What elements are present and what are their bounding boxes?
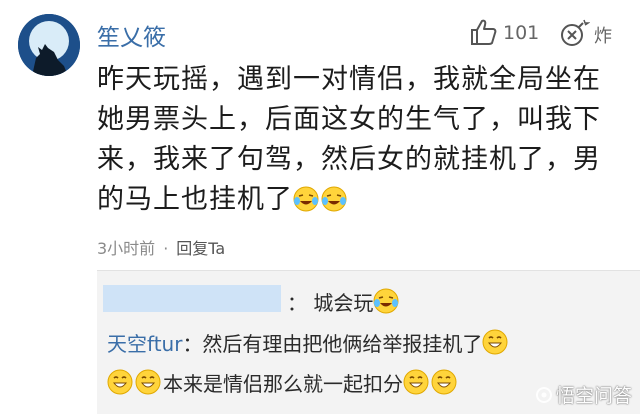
wukong-logo-icon — [535, 387, 552, 403]
timestamp: 3小时前 — [97, 239, 156, 258]
watermark-text: 悟空问答 — [555, 385, 632, 407]
wolf-moon-icon — [18, 14, 80, 76]
comment-meta: 3小时前 · 回复Ta — [97, 235, 225, 259]
reply-text: ： 城会玩 — [287, 291, 374, 315]
username[interactable]: 笙乂筱 — [97, 18, 166, 52]
grin-emoji-icon — [431, 369, 457, 395]
laughing-crying-emoji-icon — [321, 186, 347, 212]
reply-thread: ： 城会玩 天空ftur：然后有理由把他俩给举报挂机了 本来是情侣那么就一起扣分… — [97, 270, 640, 414]
reply-text: ：然后有理由把他俩给举报挂机了 — [182, 332, 483, 356]
comment-body: 昨天玩摇，遇到一对情侣，我就全局坐在 她男票头上，后面这女的生气了，叫我下 来，… — [97, 60, 632, 220]
like-count: 101 — [503, 22, 540, 44]
grin-emoji-icon — [482, 329, 508, 355]
reply-button[interactable]: 回复Ta — [176, 239, 225, 258]
reply-item: 天空ftur：然后有理由把他俩给举报挂机了 — [107, 328, 510, 357]
comment-line: 来，我来了句驾，然后女的就挂机了，男 — [97, 144, 601, 175]
laughing-crying-emoji-icon — [373, 288, 399, 314]
reply-item: ： 城会玩 — [287, 287, 401, 316]
reply-text: 本来是情侣那么就一起扣分 — [163, 372, 403, 396]
watermark: 悟空问答 — [535, 381, 632, 408]
bomb-icon[interactable] — [558, 17, 590, 49]
laughing-crying-emoji-icon — [293, 186, 319, 212]
reply-username[interactable]: 天空ftur — [107, 332, 182, 356]
comment-line: 她男票头上，后面这女的生气了，叫我下 — [97, 104, 601, 135]
comment-line-text: 的马上也挂机了 — [97, 184, 293, 215]
comment-line: 昨天玩摇，遇到一对情侣，我就全局坐在 — [97, 64, 601, 95]
avatar[interactable] — [18, 14, 80, 76]
grin-emoji-icon — [135, 369, 161, 395]
reply-item: 本来是情侣那么就一起扣分 — [107, 368, 459, 397]
grin-emoji-icon — [403, 369, 429, 395]
thumbs-up-icon[interactable] — [468, 17, 498, 47]
redacted-username[interactable] — [103, 285, 281, 312]
comment-line-last: 的马上也挂机了 — [97, 180, 632, 220]
meta-separator: · — [163, 239, 169, 258]
dislike-label: 炸 — [594, 26, 612, 47]
grin-emoji-icon — [107, 369, 133, 395]
